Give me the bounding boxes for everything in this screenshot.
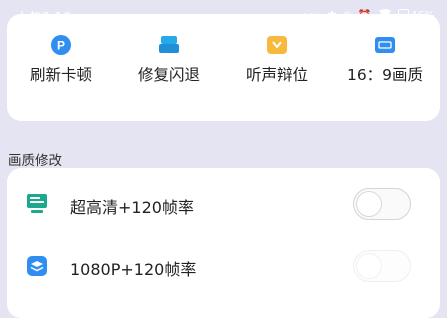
quality-card: 超高清+120帧率 1080P+120帧率 (7, 168, 440, 318)
toggle-knob (356, 253, 382, 279)
section-title: 画质修改 (8, 153, 62, 169)
tool-aspect-ratio[interactable]: 16：9画质 (331, 34, 439, 85)
tool-label: 修复闪退 (137, 66, 200, 84)
tool-label: 听声辩位 (245, 66, 308, 84)
repair-icon (158, 34, 180, 56)
row-label: 超高清+120帧率 (70, 198, 194, 217)
1080p-toggle[interactable] (353, 250, 411, 282)
tool-label: 16：9画质 (346, 66, 424, 84)
toggle-knob (356, 191, 382, 217)
quality-row-uhd: 超高清+120帧率 (7, 184, 440, 224)
tool-sound-locate[interactable]: 听声辩位 (223, 34, 331, 85)
uhd-icon (25, 192, 49, 216)
quality-row-1080p: 1080P+120帧率 (7, 246, 440, 286)
aspect-ratio-icon (374, 34, 396, 56)
uhd-toggle[interactable] (353, 188, 411, 220)
tool-refresh-lag[interactable]: P 刷新卡顿 (7, 34, 115, 85)
sound-locate-icon (266, 34, 288, 56)
refresh-p-icon: P (50, 34, 72, 56)
tool-fix-crash[interactable]: 修复闪退 (115, 34, 223, 85)
tools-card: P 刷新卡顿 修复闪退 听声辩位 16：9画质 (7, 14, 440, 121)
row-label: 1080P+120帧率 (70, 260, 197, 279)
layers-icon (25, 254, 49, 278)
tool-label: 刷新卡顿 (29, 66, 92, 84)
svg-text:P: P (57, 39, 65, 53)
tools-row: P 刷新卡顿 修复闪退 听声辩位 16：9画质 (7, 34, 440, 85)
